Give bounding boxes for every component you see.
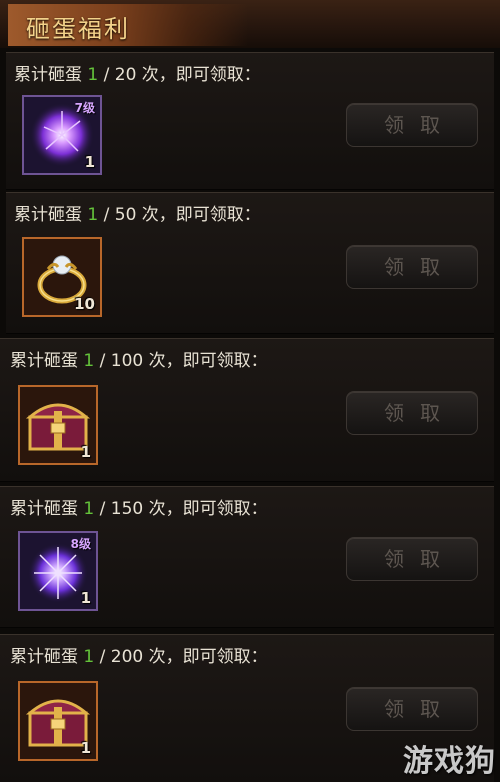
claim-button[interactable]: 领取 <box>346 687 478 731</box>
reward-row-20: 累计砸蛋 1 / 20 次，即可领取： 7级 1 领取 <box>6 52 494 190</box>
claim-button[interactable]: 领取 <box>346 537 478 581</box>
reward-item[interactable]: 1 <box>18 681 98 761</box>
item-quantity: 1 <box>80 443 91 461</box>
reward-requirement: 累计砸蛋 1 / 100 次，即可领取： <box>10 351 268 371</box>
claim-button[interactable]: 领取 <box>346 103 478 147</box>
reward-requirement: 累计砸蛋 1 / 20 次，即可领取： <box>14 65 261 85</box>
item-quantity: 1 <box>80 589 91 607</box>
panel-header: 砸蛋福利 <box>0 0 500 48</box>
item-level: 7级 <box>74 101 95 115</box>
reward-requirement: 累计砸蛋 1 / 200 次，即可领取： <box>10 647 268 667</box>
reward-requirement: 累计砸蛋 1 / 150 次，即可领取： <box>10 499 268 519</box>
reward-item[interactable]: 7级 1 <box>22 95 102 175</box>
watermark-logo: 游戏狗 <box>403 744 496 779</box>
reward-item[interactable]: 8级 1 <box>18 531 98 611</box>
panel-title: 砸蛋福利 <box>26 15 130 43</box>
item-quantity: 1 <box>80 739 91 757</box>
claim-button[interactable]: 领取 <box>346 391 478 435</box>
reward-item[interactable]: 10 <box>22 237 102 317</box>
smash-count: 1 <box>83 351 95 371</box>
item-level: 8级 <box>70 537 91 551</box>
smash-count: 1 <box>83 647 95 667</box>
reward-row-50: 累计砸蛋 1 / 50 次，即可领取： 10 领取 <box>6 192 494 334</box>
item-quantity: 10 <box>74 295 95 313</box>
reward-row-100: 累计砸蛋 1 / 100 次，即可领取： 1 领取 <box>0 338 494 482</box>
smash-count: 1 <box>83 499 95 519</box>
reward-requirement: 累计砸蛋 1 / 50 次，即可领取： <box>14 205 261 225</box>
reward-row-150: 累计砸蛋 1 / 150 次，即可领取： 8级 1 领取 <box>0 486 494 628</box>
smash-count: 1 <box>87 65 99 85</box>
smash-count: 1 <box>87 205 99 225</box>
egg-smash-rewards-panel: 砸蛋福利 累计砸蛋 1 / 20 次，即可领取： 7级 1 领取 累计砸蛋 1 … <box>0 0 500 782</box>
claim-button[interactable]: 领取 <box>346 245 478 289</box>
reward-item[interactable]: 1 <box>18 385 98 465</box>
item-quantity: 1 <box>84 153 95 171</box>
